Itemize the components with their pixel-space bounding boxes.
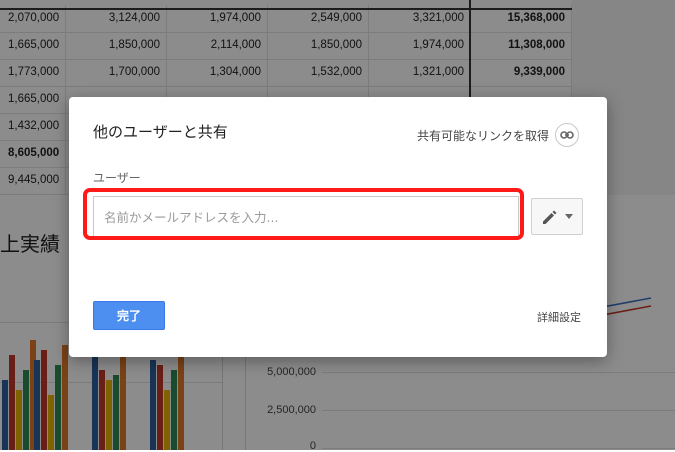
users-label: ユーザー	[93, 171, 141, 185]
share-dialog: 他のユーザーと共有 共有可能なリンクを取得 ユーザー 完了 詳細設定	[69, 97, 607, 357]
permission-dropdown[interactable]	[531, 198, 583, 235]
advanced-settings-link[interactable]: 詳細設定	[537, 309, 581, 325]
done-button[interactable]: 完了	[93, 301, 165, 330]
share-link-label: 共有可能なリンクを取得	[416, 128, 549, 143]
link-icon[interactable]	[555, 123, 579, 147]
name-or-email-input[interactable]	[94, 197, 518, 237]
chevron-down-icon	[565, 214, 573, 219]
pencil-icon	[543, 210, 557, 224]
user-input-container	[93, 196, 519, 238]
dialog-title: 他のユーザーと共有	[93, 123, 228, 141]
get-shareable-link[interactable]: 共有可能なリンクを取得	[417, 123, 579, 147]
